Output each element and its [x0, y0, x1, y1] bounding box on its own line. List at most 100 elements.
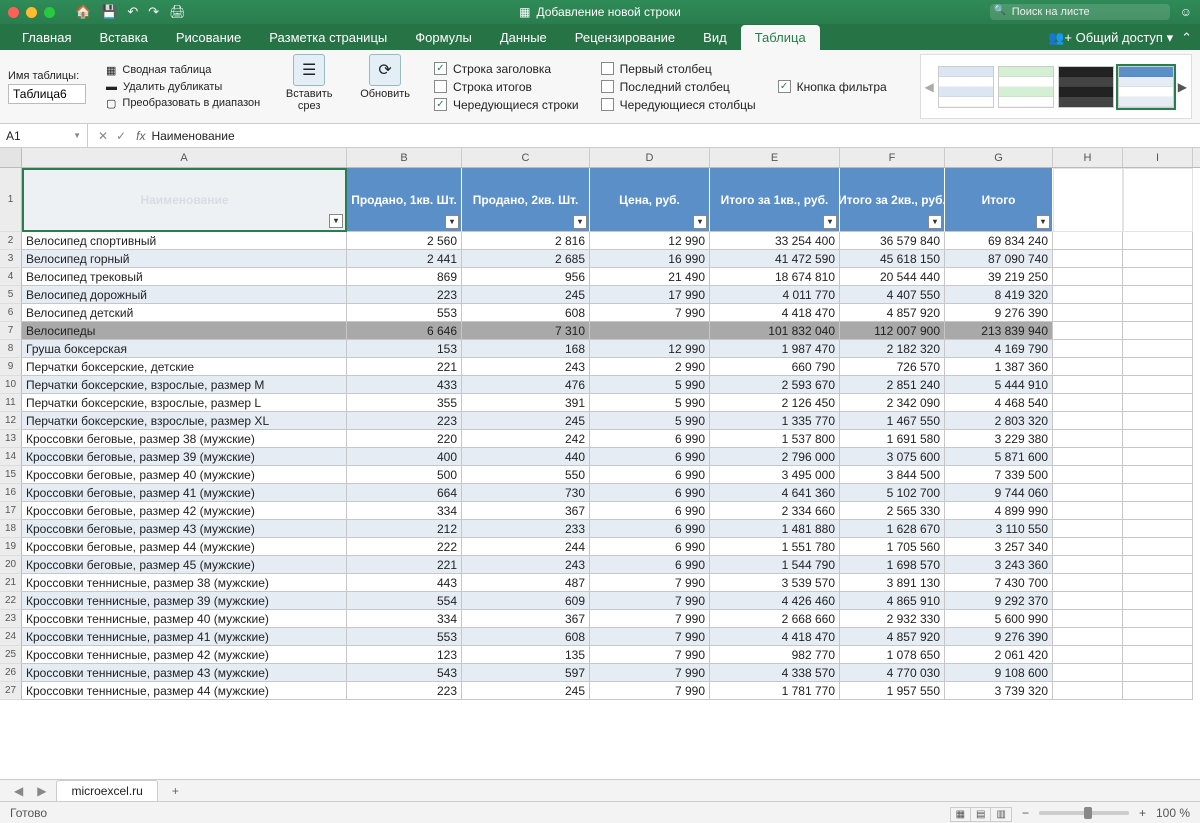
row-header[interactable]: 27	[0, 682, 22, 700]
cell[interactable]: 12 990	[590, 340, 710, 358]
remove-duplicates-button[interactable]: ▬Удалить дубликаты	[104, 80, 262, 94]
home-icon[interactable]: 🏠	[75, 4, 91, 20]
table-header-cell[interactable]: Итого▾	[945, 168, 1053, 232]
user-icon[interactable]: ☺	[1180, 5, 1192, 19]
filter-icon[interactable]: ▾	[693, 215, 707, 229]
cell[interactable]: Велосипед горный	[22, 250, 347, 268]
cell[interactable]: 367	[462, 502, 590, 520]
convert-range-button[interactable]: ▢Преобразовать в диапазон	[104, 96, 262, 111]
cell[interactable]: 609	[462, 592, 590, 610]
cell[interactable]: 6 990	[590, 430, 710, 448]
cancel-formula-icon[interactable]: ✕	[98, 129, 108, 143]
tab-Разметка страницы[interactable]: Разметка страницы	[255, 25, 401, 50]
refresh-button[interactable]: ⟳Обновить	[356, 54, 414, 119]
tab-Рисование[interactable]: Рисование	[162, 25, 255, 50]
cell[interactable]: 33 254 400	[710, 232, 840, 250]
zoom-level[interactable]: 100 %	[1156, 806, 1190, 820]
column-header[interactable]: G	[945, 148, 1053, 167]
cell[interactable]: 2 932 330	[840, 610, 945, 628]
cell[interactable]: 400	[347, 448, 462, 466]
table-header-cell[interactable]: Цена, руб.▾	[590, 168, 710, 232]
cell[interactable]: Кроссовки теннисные, размер 44 (мужские)	[22, 682, 347, 700]
cell[interactable]: 1 987 470	[710, 340, 840, 358]
cell[interactable]: 221	[347, 556, 462, 574]
cell[interactable]: 7 990	[590, 646, 710, 664]
cell[interactable]: 9 744 060	[945, 484, 1053, 502]
cell[interactable]: 101 832 040	[710, 322, 840, 340]
cell[interactable]: 1 957 550	[840, 682, 945, 700]
cell[interactable]: 5 990	[590, 412, 710, 430]
cell[interactable]: 5 444 910	[945, 376, 1053, 394]
cell[interactable]: Кроссовки беговые, размер 45 (мужские)	[22, 556, 347, 574]
row-header[interactable]: 12	[0, 412, 22, 430]
cell[interactable]: 7 990	[590, 592, 710, 610]
first-col-check[interactable]: Первый столбец	[599, 61, 758, 77]
accept-formula-icon[interactable]: ✓	[116, 129, 126, 143]
column-header[interactable]: I	[1123, 148, 1193, 167]
cell[interactable]: 41 472 590	[710, 250, 840, 268]
save-icon[interactable]: 💾	[101, 4, 117, 20]
cell[interactable]: 1 467 550	[840, 412, 945, 430]
cell[interactable]: 6 990	[590, 538, 710, 556]
cell[interactable]: 367	[462, 610, 590, 628]
cell[interactable]: 869	[347, 268, 462, 286]
cell[interactable]: 2 441	[347, 250, 462, 268]
header-row-check[interactable]: ✓Строка заголовка	[432, 61, 581, 77]
sheet-nav-prev[interactable]: ◀	[10, 784, 27, 798]
cell[interactable]: 4 426 460	[710, 592, 840, 610]
column-header[interactable]: D	[590, 148, 710, 167]
cell[interactable]: 553	[347, 304, 462, 322]
row-header[interactable]: 14	[0, 448, 22, 466]
cell[interactable]: 5 600 990	[945, 610, 1053, 628]
sheet-tab[interactable]: microexcel.ru	[56, 780, 157, 801]
cell[interactable]: 2 796 000	[710, 448, 840, 466]
cell[interactable]: 7 990	[590, 574, 710, 592]
cell[interactable]: 87 090 740	[945, 250, 1053, 268]
row-header[interactable]: 19	[0, 538, 22, 556]
zoom-in[interactable]: +	[1139, 806, 1146, 820]
cell[interactable]: 220	[347, 430, 462, 448]
cell[interactable]: 7 430 700	[945, 574, 1053, 592]
cell[interactable]: 4 407 550	[840, 286, 945, 304]
table-header-cell[interactable]: Продано, 1кв. Шт.▾	[347, 168, 462, 232]
cell[interactable]: 3 495 000	[710, 466, 840, 484]
filter-icon[interactable]: ▾	[823, 215, 837, 229]
cell[interactable]: 223	[347, 412, 462, 430]
select-all-corner[interactable]	[0, 148, 22, 167]
sheet-nav-next[interactable]: ▶	[33, 784, 50, 798]
cell[interactable]: 487	[462, 574, 590, 592]
cell[interactable]: 553	[347, 628, 462, 646]
column-header[interactable]: H	[1053, 148, 1123, 167]
cell[interactable]: Велосипед спортивный	[22, 232, 347, 250]
table-header-cell[interactable]: Продано, 2кв. Шт.▾	[462, 168, 590, 232]
cell[interactable]: 5 871 600	[945, 448, 1053, 466]
cell[interactable]: 221	[347, 358, 462, 376]
row-header[interactable]: 10	[0, 376, 22, 394]
cell[interactable]: 18 674 810	[710, 268, 840, 286]
tab-Вставка[interactable]: Вставка	[85, 25, 161, 50]
tab-Таблица[interactable]: Таблица	[741, 25, 820, 50]
cell[interactable]: 3 739 320	[945, 682, 1053, 700]
cell[interactable]: Кроссовки беговые, размер 44 (мужские)	[22, 538, 347, 556]
spreadsheet-grid[interactable]: ABCDEFGHI 1Наименование▾Продано, 1кв. Шт…	[0, 148, 1200, 779]
cell[interactable]: 550	[462, 466, 590, 484]
row-header[interactable]: 23	[0, 610, 22, 628]
cell[interactable]: 2 851 240	[840, 376, 945, 394]
cell[interactable]: 2 990	[590, 358, 710, 376]
row-header[interactable]: 18	[0, 520, 22, 538]
column-header[interactable]: A	[22, 148, 347, 167]
column-header[interactable]: F	[840, 148, 945, 167]
cell[interactable]: 3 539 570	[710, 574, 840, 592]
cell[interactable]: Кроссовки беговые, размер 38 (мужские)	[22, 430, 347, 448]
gallery-prev-icon[interactable]: ◀	[925, 80, 934, 94]
redo-icon[interactable]: ↷	[148, 4, 159, 20]
tab-Главная[interactable]: Главная	[8, 25, 85, 50]
cell[interactable]: 6 990	[590, 502, 710, 520]
quick-access[interactable]: 🏠 💾 ↶ ↷ 🖨	[75, 4, 186, 20]
cell[interactable]: Кроссовки беговые, размер 40 (мужские)	[22, 466, 347, 484]
formula-input[interactable]: Наименование	[151, 129, 234, 143]
cell[interactable]: 726 570	[840, 358, 945, 376]
row-header[interactable]: 11	[0, 394, 22, 412]
cell[interactable]: 3 891 130	[840, 574, 945, 592]
cell[interactable]: 4 899 990	[945, 502, 1053, 520]
